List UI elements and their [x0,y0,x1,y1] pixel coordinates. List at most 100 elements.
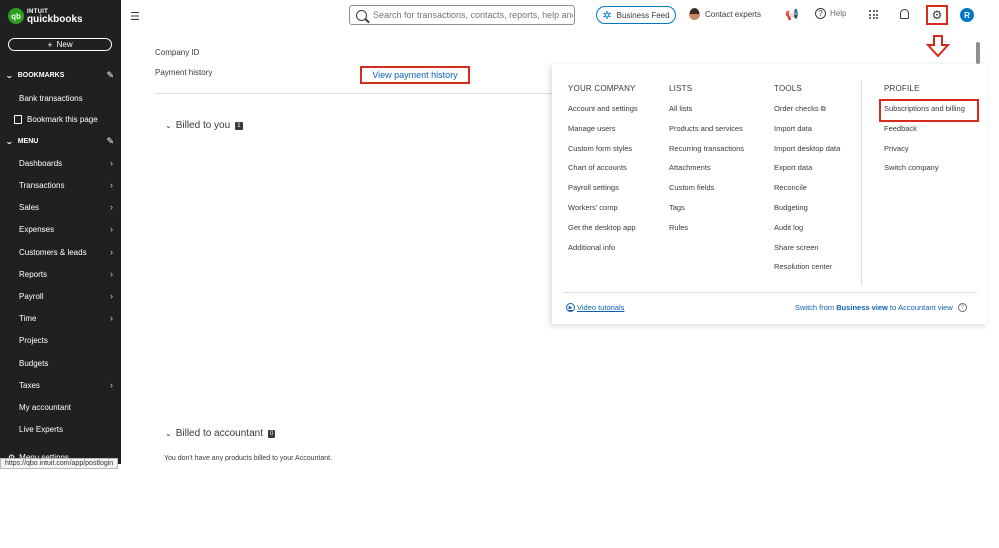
sidebar-item-time[interactable]: Time › [19,311,117,325]
menu-item-attachments[interactable]: Attachments [669,160,744,180]
chevron-right-icon: › [110,247,113,257]
sidebar-item-label: Dashboards [19,158,63,168]
sidebar-item-sales[interactable]: Sales › [19,200,117,214]
external-link-icon: ⧉ [820,106,826,113]
menu-item-share-screen[interactable]: Share screen [774,240,840,260]
chevron-right-icon: › [110,202,113,212]
chevron-down-icon: ⌄ [4,136,14,146]
menu-item-rules[interactable]: Rules [669,220,744,240]
help-icon: ? [815,8,826,19]
sidebar-item-expenses[interactable]: Expenses › [19,222,117,236]
menu-item-resolution-center[interactable]: Resolution center [774,259,840,279]
search-bar[interactable] [349,5,575,25]
settings-gear-button[interactable]: ⚙ [926,5,948,25]
menu-item-additional-info[interactable]: Additional info [568,240,638,260]
plus-icon: + [47,39,53,50]
collapse-menu-icon[interactable]: ☰ [130,10,140,23]
business-feed-button[interactable]: ✲ Business Feed [596,6,676,24]
view-payment-history-link[interactable]: View payment history [360,66,470,84]
billed-to-accountant-toggle[interactable]: ⌄ Billed to accountant 0 [165,428,276,439]
menu-item-reconcile[interactable]: Reconcile [774,180,840,200]
billed-to-you-label: Billed to you [175,120,231,131]
scrollbar-thumb[interactable] [976,42,980,64]
business-feed-label: Business Feed [616,10,670,20]
quickbooks-logo[interactable]: qb INTUIT quickbooks [8,8,83,25]
billed-to-you-toggle[interactable]: ⌄ Billed to you 1 [165,120,243,131]
sidebar-item-dashboards[interactable]: Dashboards › [19,156,117,170]
profile-avatar[interactable]: R [960,8,974,22]
menu-item-import-desktop-data[interactable]: Import desktop data [774,141,840,161]
new-button[interactable]: + New [8,38,112,51]
switch-to-label: Accountant view [898,303,953,312]
chevron-right-icon: › [110,224,113,234]
sidebar-item-label: Customers & leads [19,247,87,257]
company-id-label: Company ID [155,48,200,57]
edit-bookmarks-pencil-icon[interactable]: ✎ [106,70,114,81]
menu-item-products-services[interactable]: Products and services [669,121,744,141]
menu-item-recurring-transactions[interactable]: Recurring transactions [669,141,744,161]
chevron-right-icon: › [110,291,113,301]
new-button-label: New [56,40,73,49]
sidebar-item-projects[interactable]: Projects [19,333,117,347]
menu-item-export-data[interactable]: Export data [774,160,840,180]
sidebar-item-label: Reports [19,269,48,279]
column-header: YOUR COMPANY [568,84,636,93]
sidebar-item-transactions[interactable]: Transactions › [19,178,117,192]
menu-item-manage-users[interactable]: Manage users [568,121,638,141]
sidebar-item-reports[interactable]: Reports › [19,267,117,281]
sidebar-item-taxes[interactable]: Taxes › [19,378,117,392]
bookmarks-header[interactable]: ⌄ BOOKMARKS ✎ [4,69,116,81]
megaphone-icon[interactable]: 📢 [785,8,799,21]
menu-item-switch-company[interactable]: Switch company [884,160,965,180]
menu-item-account-settings[interactable]: Account and settings [568,101,638,121]
menu-item-all-lists[interactable]: All lists [669,101,744,121]
menu-item-privacy[interactable]: Privacy [884,141,965,161]
menu-item-workers-comp[interactable]: Workers' comp [568,200,638,220]
column-header: PROFILE [884,84,920,93]
help-icon[interactable]: ? [957,303,967,312]
sparkle-icon: ✲ [602,9,612,22]
gear-icon: ⚙ [931,8,943,22]
sidebar-item-label: Budgets [19,358,49,368]
menu-item-custom-form-styles[interactable]: Custom form styles [568,141,638,161]
sidebar-item-label: Payroll [19,291,44,301]
menu-item-import-data[interactable]: Import data [774,121,840,141]
menu-item-audit-log[interactable]: Audit log [774,220,840,240]
menu-item-feedback[interactable]: Feedback [884,121,965,141]
status-url-tooltip: https://qbo.intuit.com/app/postlogin [0,458,119,469]
apps-grid-icon[interactable] [869,10,878,19]
help-button[interactable]: ? Help [815,8,846,19]
video-tutorials-link[interactable]: ▶ Video tutorials [566,303,624,312]
sidebar-item-budgets[interactable]: Budgets [19,356,117,370]
expert-avatar-icon [689,8,700,20]
menu-header[interactable]: ⌄ MENU ✎ [4,135,116,147]
search-input[interactable] [373,10,573,20]
menu-item-payroll-settings[interactable]: Payroll settings [568,180,638,200]
menu-item-custom-fields[interactable]: Custom fields [669,180,744,200]
contact-experts-button[interactable]: Contact experts [689,8,761,20]
switch-view-link[interactable]: Switch from Business view to Accountant … [795,303,967,312]
chevron-down-icon: ⌄ [4,70,14,80]
sidebar-item-label: Expenses [19,224,55,234]
menu-item-order-checks[interactable]: Order checks ⧉ [774,101,840,121]
menu-item-tags[interactable]: Tags [669,200,744,220]
menu-item-chart-of-accounts[interactable]: Chart of accounts [568,160,638,180]
notifications-bell-icon[interactable] [900,9,909,19]
menu-item-label: Order checks [774,104,819,113]
sidebar-item-live-experts[interactable]: Live Experts [19,422,117,436]
sidebar-item-my-accountant[interactable]: My accountant [19,400,117,414]
bookmark-icon [14,114,22,124]
bookmark-bank-transactions[interactable]: Bank transactions [19,91,117,105]
menu-item-get-desktop-app[interactable]: Get the desktop app [568,220,638,240]
sidebar-item-label: Live Experts [19,424,64,434]
edit-menu-pencil-icon[interactable]: ✎ [106,136,114,147]
sidebar-item-payroll[interactable]: Payroll › [19,289,117,303]
bookmark-this-page[interactable]: Bookmark this page [14,112,112,126]
switch-prefix: Switch from [795,303,835,312]
sidebar-item-customers-leads[interactable]: Customers & leads › [19,245,117,259]
menu-item-budgeting[interactable]: Budgeting [774,200,840,220]
chevron-right-icon: › [110,380,113,390]
chevron-right-icon: › [110,158,113,168]
search-icon [356,9,367,21]
logo-line-quickbooks: quickbooks [27,14,83,25]
